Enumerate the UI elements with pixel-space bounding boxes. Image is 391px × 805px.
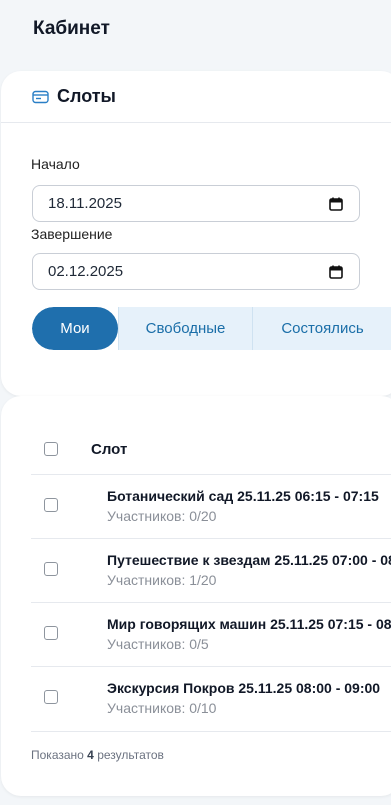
end-date-input[interactable]: 02.12.2025 — [32, 253, 360, 290]
row-checkbox[interactable] — [44, 690, 58, 704]
slot-title[interactable]: Ботанический сад 25.11.25 06:15 - 07:15 — [107, 488, 379, 504]
slot-title[interactable]: Мир говорящих машин 25.11.25 07:15 - 08:… — [107, 616, 391, 632]
tab-free[interactable]: Свободные — [118, 307, 252, 350]
slot-title[interactable]: Путешествие к звездам 25.11.25 07:00 - 0… — [107, 552, 391, 568]
tab-completed[interactable]: Состоялись — [252, 307, 391, 350]
start-date-label: Начало — [31, 156, 80, 172]
row-checkbox[interactable] — [44, 562, 58, 576]
slot-participants: Участников: 0/5 — [107, 636, 209, 652]
calendar-icon[interactable] — [329, 265, 343, 283]
start-date-value: 18.11.2025 — [48, 195, 122, 212]
card-title: Слоты — [57, 86, 116, 106]
table-row[interactable]: Экскурсия Покров 25.11.25 08:00 - 09:00 … — [31, 666, 391, 732]
column-header-slot: Слот — [91, 441, 128, 458]
end-date-value: 02.12.2025 — [48, 263, 124, 280]
slot-participants: Участников: 0/20 — [107, 508, 217, 524]
slots-table-card: Слот Ботанический сад 25.11.25 06:15 - 0… — [1, 396, 391, 796]
slots-filter-card: Слоты Начало 18.11.2025 Завершение 02.12… — [1, 71, 391, 396]
slot-participants: Участников: 1/20 — [107, 572, 217, 588]
slot-title[interactable]: Экскурсия Покров 25.11.25 08:00 - 09:00 — [107, 680, 380, 696]
row-checkbox[interactable] — [44, 498, 58, 512]
page-title: Кабинет — [33, 18, 110, 39]
start-date-input[interactable]: 18.11.2025 — [32, 185, 360, 222]
results-count-suffix: результатов — [97, 748, 164, 762]
tab-mine[interactable]: Мои — [32, 307, 118, 350]
table-row[interactable]: Путешествие к звездам 25.11.25 07:00 - 0… — [31, 538, 391, 603]
card-header: Слоты — [1, 71, 391, 123]
end-date-label: Завершение — [31, 226, 113, 242]
select-all-checkbox[interactable] — [44, 442, 58, 456]
calendar-icon[interactable] — [329, 197, 343, 215]
results-count: Показано 4 результатов — [31, 748, 164, 762]
row-checkbox[interactable] — [44, 626, 58, 640]
slot-tabs: Мои Свободные Состоялись — [32, 307, 391, 350]
slots-icon — [32, 90, 49, 104]
table-row[interactable]: Ботанический сад 25.11.25 06:15 - 07:15 … — [31, 474, 391, 539]
table-row[interactable]: Мир говорящих машин 25.11.25 07:15 - 08:… — [31, 602, 391, 667]
results-count-prefix: Показано — [31, 748, 84, 762]
slot-participants: Участников: 0/10 — [107, 700, 217, 716]
results-count-number: 4 — [87, 748, 94, 762]
